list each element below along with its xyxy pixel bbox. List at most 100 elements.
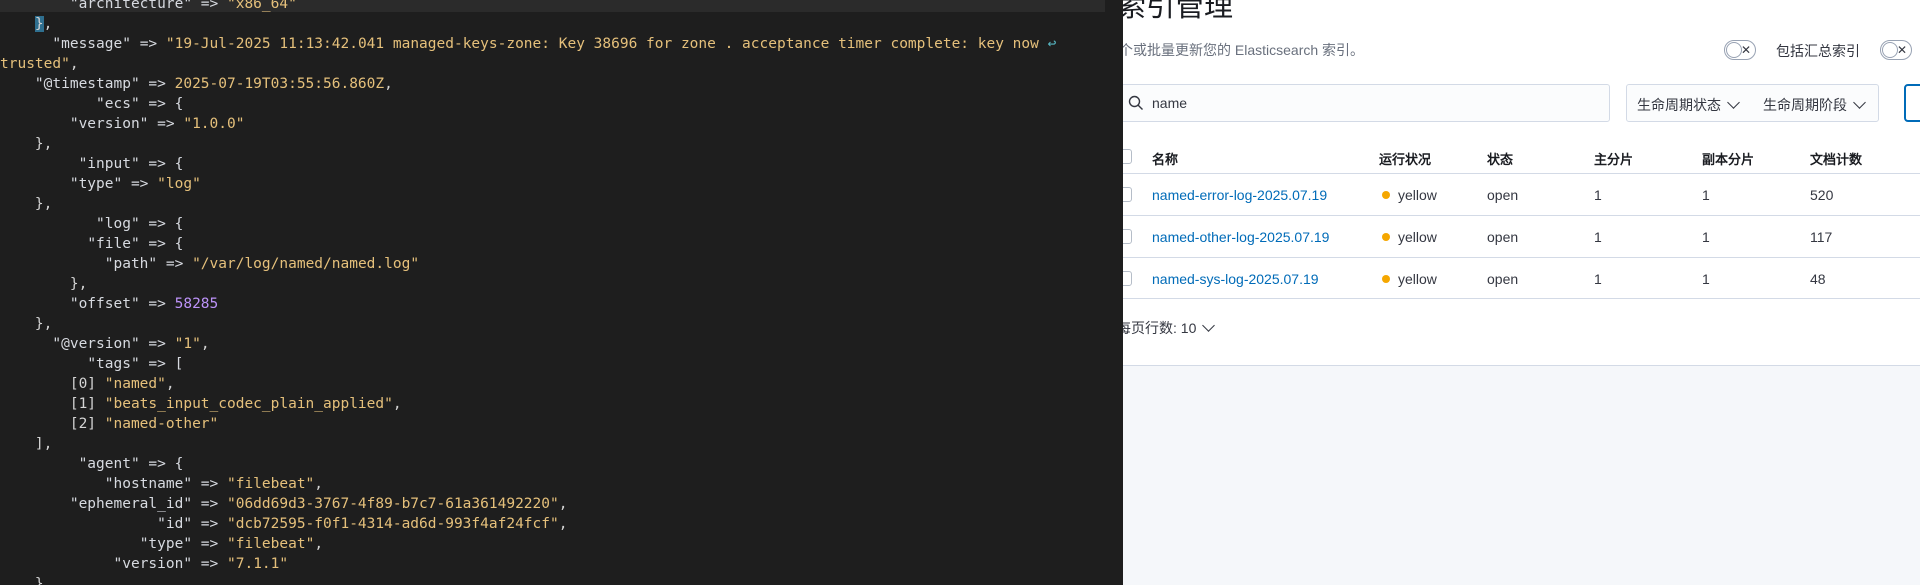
row-checkbox[interactable] (1123, 229, 1132, 244)
include-system-indices-toggle[interactable]: ✕ (1724, 40, 1756, 60)
table-row: named-other-log-2025.07.19 yellow open 1… (1123, 215, 1920, 257)
column-header-replicas[interactable]: 副本分片 (1702, 149, 1754, 168)
column-header-primary[interactable]: 主分片 (1594, 149, 1633, 168)
terminal-line: "tags" => [ (0, 354, 183, 374)
terminal-line: "architecture" => "x86_64" (0, 0, 297, 14)
string-token: "/var/log/named/named.log" (192, 256, 420, 272)
terminal-line: "agent" => { (0, 454, 184, 474)
terminal-pane[interactable]: "architecture" => "x86_64" }, "message" … (0, 0, 1123, 585)
terminal-line: }, (0, 14, 52, 34)
terminal-line: }, (0, 134, 52, 154)
index-name-link[interactable]: named-other-log-2025.07.19 (1152, 229, 1329, 245)
code-token: , (558, 496, 568, 512)
chevron-down-icon (1727, 96, 1740, 109)
code-token: "tags" => [ (87, 356, 184, 372)
terminal-line: "type" => "filebeat", (0, 534, 323, 554)
terminal-line: ], (0, 434, 52, 454)
string-token: trusted" (0, 56, 70, 72)
reload-indices-button[interactable] (1904, 84, 1920, 122)
terminal-line: "version" => "1.0.0" (0, 114, 245, 134)
code-token: "version" => (113, 556, 227, 572)
column-header-docs-count[interactable]: 文档计数 (1810, 149, 1862, 168)
code-token: "type" => (139, 536, 227, 552)
code-token: "ecs" => { (96, 96, 184, 112)
replicas-cell: 1 (1702, 187, 1710, 203)
terminal-line: [1] "beats_input_codec_plain_applied", (0, 394, 402, 414)
code-token: }, (34, 136, 53, 152)
index-name-link[interactable]: named-error-log-2025.07.19 (1152, 187, 1327, 203)
code-token: , (384, 76, 393, 92)
code-token: "input" => { (78, 156, 184, 172)
terminal-line: } (0, 574, 44, 585)
code-token: , (392, 396, 402, 412)
string-token: "1.0.0" (183, 116, 245, 132)
code-token: }, (34, 316, 53, 332)
code-token: "version" => (69, 116, 184, 132)
table-row: named-error-log-2025.07.19 yellow open 1… (1123, 173, 1920, 215)
code-token: , (165, 376, 175, 392)
code-token: "path" => (104, 256, 193, 272)
string-token: "dcb72595-f0f1-4314-ad6d-993f4af24fcf" (226, 516, 559, 532)
include-rollup-indices-toggle[interactable]: ✕ (1880, 40, 1912, 60)
terminal-line: "path" => "/var/log/named/named.log" (0, 254, 419, 274)
column-header-status[interactable]: 状态 (1487, 149, 1513, 168)
code-token: , (200, 336, 210, 352)
primary-cell: 1 (1594, 271, 1602, 287)
row-checkbox[interactable] (1123, 187, 1132, 202)
terminal-line: }, (0, 194, 52, 214)
code-token: }, (69, 276, 88, 292)
lifecycle-phase-filter[interactable]: 生命周期阶段 (1763, 95, 1866, 115)
code-token: , (69, 56, 79, 72)
health-cell: yellow (1382, 229, 1437, 245)
terminal-line: "@version" => "1", (0, 334, 210, 354)
row-checkbox[interactable] (1123, 271, 1132, 286)
health-value: yellow (1398, 271, 1437, 287)
select-all-checkbox[interactable] (1123, 149, 1132, 164)
string-token: "named-other" (104, 416, 219, 432)
string-token: "log" (157, 176, 201, 192)
string-token: 2025-07-19T03:55:56.860Z (174, 76, 385, 92)
string-token: "named" (104, 376, 166, 392)
terminal-line: }, (0, 274, 87, 294)
code-token: [1] (69, 396, 105, 412)
terminal-line: "message" => "19-Jul-2025 11:13:42.041 m… (0, 34, 1056, 54)
string-token: "x86_64" (226, 0, 297, 12)
primary-cell: 1 (1594, 229, 1602, 245)
toggle-knob (1726, 42, 1742, 58)
close-icon: ✕ (1896, 43, 1907, 57)
code-token: , (314, 476, 324, 492)
code-token: "type" => (69, 176, 158, 192)
code-token: , (43, 16, 53, 32)
toggle-knob (1882, 42, 1898, 58)
column-header-name[interactable]: 名称 (1152, 149, 1178, 168)
index-management-pane: 索引管理 个或批量更新您的 Elasticsearch 索引。 ✕ 包括汇总索引… (1123, 0, 1920, 585)
column-header-health[interactable]: 运行状况 (1379, 149, 1431, 168)
replicas-cell: 1 (1702, 229, 1710, 245)
search-input[interactable]: name (1123, 84, 1610, 122)
rows-per-page-selector[interactable]: 每页行数: 10 (1123, 318, 1216, 338)
code-token: "@version" => (52, 336, 175, 352)
lifecycle-status-filter[interactable]: 生命周期状态 (1637, 95, 1740, 115)
code-token: , (314, 536, 324, 552)
status-cell: open (1487, 271, 1519, 287)
close-icon: ✕ (1740, 43, 1751, 57)
index-name-link[interactable]: named-sys-log-2025.07.19 (1152, 271, 1319, 287)
